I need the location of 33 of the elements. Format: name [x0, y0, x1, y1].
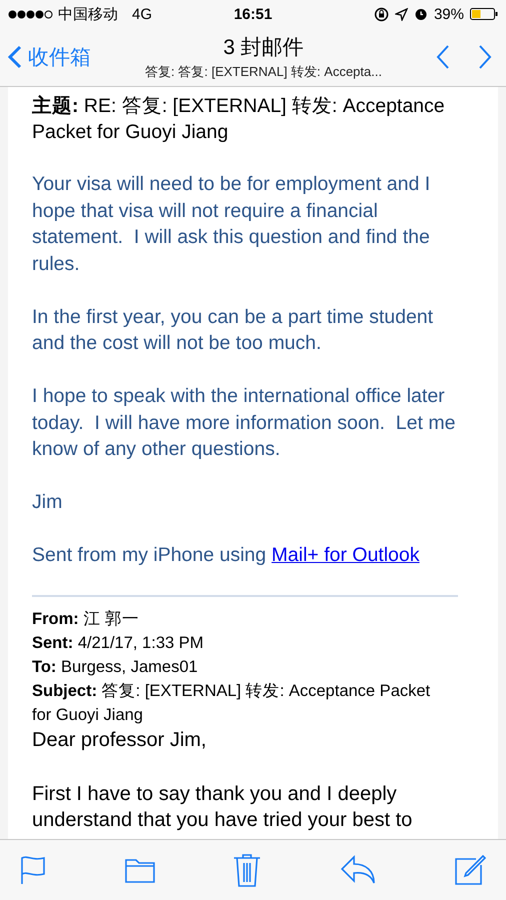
nav-subtitle: 答复: 答复: [EXTERNAL] 转发: Accepta...: [145, 63, 382, 81]
rotation-lock-icon: [374, 6, 389, 22]
previous-message-button[interactable]: [436, 44, 450, 70]
network-type: 4G: [132, 6, 152, 22]
quoted-header: Subject: 答复: [EXTERNAL] 转发: Acceptance Packet for Guoyi Jiang: [32, 681, 432, 726]
quoted-header: To: Burgess, James01: [32, 657, 199, 678]
quoted-header: From: 江 郭一: [32, 609, 140, 630]
status-time: 16:51: [234, 6, 272, 22]
next-message-button[interactable]: [478, 44, 492, 70]
body-paragraph: I hope to speak with the international office later today. I will have more information soon. Let me know of any other questions.: [32, 384, 456, 462]
carrier-name: 中国移动: [58, 4, 118, 24]
signature-line: Sent from my iPhone using Mail+ for Outlook: [32, 543, 420, 568]
folder-button[interactable]: [124, 857, 154, 883]
greeting: Dear professor Jim,: [32, 728, 208, 753]
location-arrow-icon: [394, 8, 408, 20]
body-paragraph: Your visa will need to be for employment and I hope that visa will not require a financial statement. I will ask this question and find the rules.: [32, 172, 432, 276]
trash-button[interactable]: [233, 853, 261, 887]
back-button[interactable]: 收件箱: [8, 43, 91, 71]
quoted-header: Sent: 4/21/17, 1:33 PM: [32, 633, 205, 654]
signal-icon: [8, 10, 54, 18]
battery-icon: [470, 8, 498, 20]
quoted-paragraph: First I have to say thank you and I deeply understand that you have tried your best to: [32, 782, 414, 833]
body-paragraph: In the first year, you can be a part time student and the cost will not be too much.: [32, 304, 434, 356]
compose-button[interactable]: [454, 854, 486, 886]
alarm-clock-icon: [414, 7, 428, 21]
chevron-left-icon: [8, 45, 22, 69]
nav-title: 3 封邮件: [223, 35, 304, 61]
body-paragraph: Jim: [32, 490, 64, 515]
flag-button[interactable]: [20, 855, 46, 885]
message-subject: 主题: RE: 答复: [EXTERNAL] 转发: Acceptance Packet for Guoyi Jiang: [32, 94, 446, 145]
mail-app-link[interactable]: Mail+ for Outlook: [272, 544, 420, 566]
battery-percent: 39%: [434, 6, 464, 22]
reply-button[interactable]: [340, 855, 376, 885]
